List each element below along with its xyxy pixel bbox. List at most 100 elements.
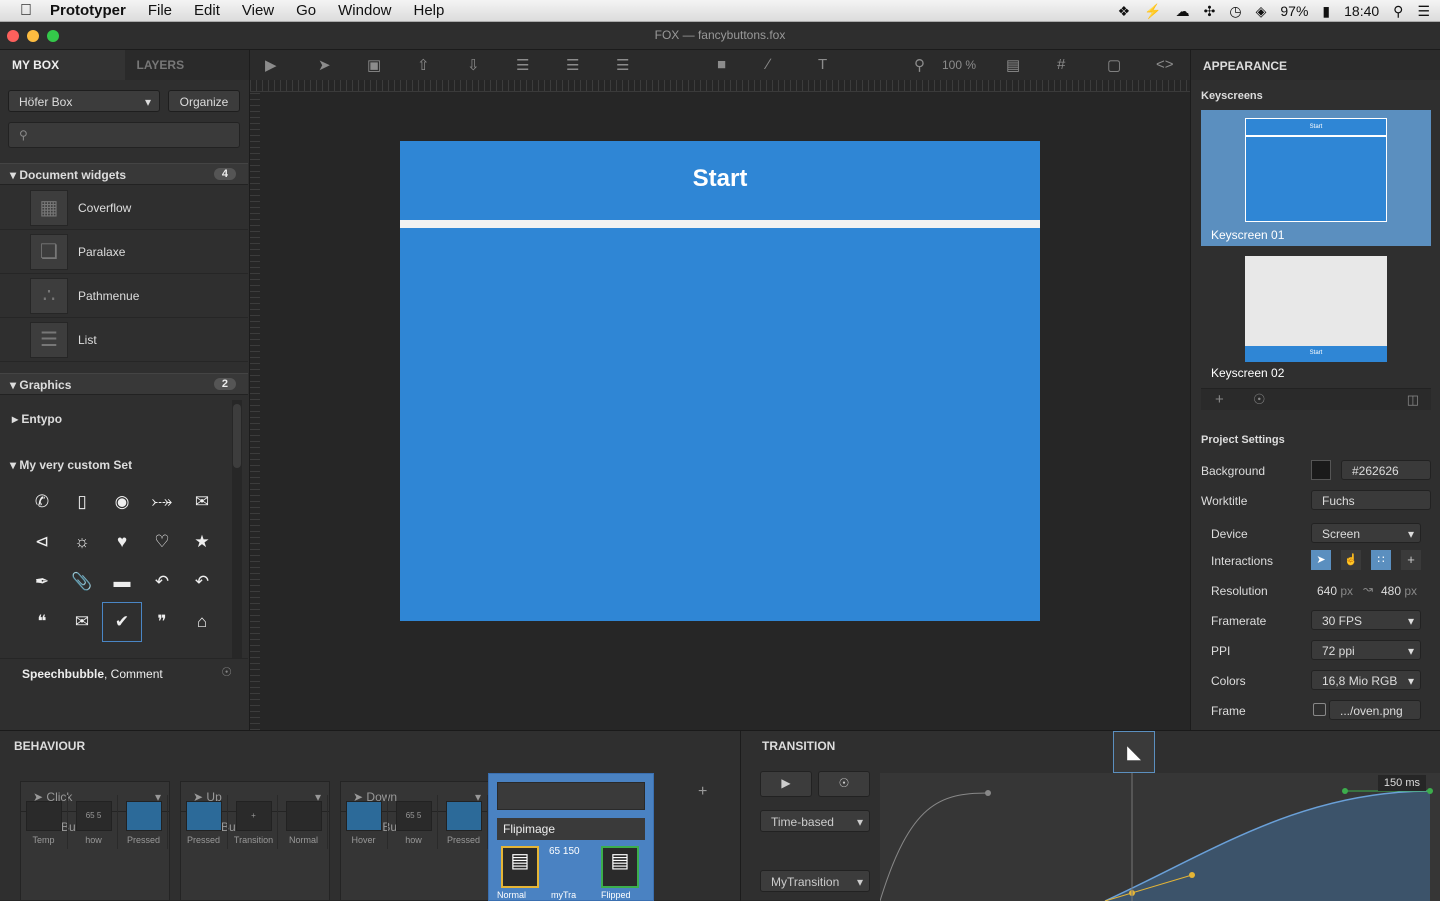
mini-state-temp[interactable]: Temp bbox=[20, 795, 68, 849]
worktitle-field[interactable]: Fuchs bbox=[1311, 490, 1431, 510]
section-graphics[interactable]: ▾ Graphics 2 bbox=[0, 373, 248, 395]
menu-go[interactable]: Go bbox=[296, 2, 316, 19]
mini-state-pressed[interactable]: Pressed bbox=[120, 795, 168, 849]
reply-all-icon[interactable]: ↶ bbox=[182, 562, 222, 602]
link-icon[interactable]: ↝ bbox=[1363, 582, 1373, 596]
heart-icon[interactable]: ♥ bbox=[102, 522, 142, 562]
share-icon[interactable]: ⊲ bbox=[22, 522, 62, 562]
search-input[interactable]: ⚲ bbox=[8, 122, 240, 148]
heart-outline-icon[interactable]: ♡ bbox=[142, 522, 182, 562]
align-left-icon[interactable]: ☰ bbox=[516, 56, 529, 74]
battery-icon[interactable]: ▮ bbox=[1322, 3, 1330, 20]
zoom-level[interactable]: 100 % bbox=[942, 58, 976, 72]
wifi-icon[interactable]: ◈ bbox=[1256, 3, 1267, 20]
mini-transition[interactable]: 65 150 bbox=[549, 846, 580, 857]
organize-button[interactable]: Organize bbox=[168, 90, 240, 112]
dropbox-icon[interactable]: ❖ bbox=[1118, 3, 1131, 20]
widget-pathmenue[interactable]: ∴ Pathmenue bbox=[0, 274, 248, 318]
keyscreen-canvas[interactable]: Start bbox=[400, 141, 1040, 621]
quill-icon[interactable]: ✒ bbox=[22, 562, 62, 602]
import-icon[interactable]: ⇩ bbox=[467, 56, 480, 74]
phone-icon[interactable]: ✆ bbox=[22, 482, 62, 522]
move-icon[interactable]: ✣ bbox=[1204, 3, 1216, 20]
screen-title[interactable]: Start bbox=[400, 165, 1040, 193]
rss-icon[interactable]: ☼ bbox=[62, 522, 102, 562]
select-tool-icon[interactable]: ➤ bbox=[318, 56, 331, 74]
menu-edit[interactable]: Edit bbox=[194, 2, 220, 19]
align-right-icon[interactable]: ☰ bbox=[616, 56, 629, 74]
mini-state-hover[interactable]: Hover bbox=[340, 795, 388, 849]
eye-icon[interactable]: ☉ bbox=[221, 665, 232, 679]
pointer-interaction-icon[interactable]: ➤ bbox=[1311, 550, 1331, 570]
flipimage-column[interactable]: Flipimage ▤ Normal 65 150 myTra ▤ Flippe… bbox=[488, 773, 654, 901]
ruler-icon[interactable]: ▤ bbox=[1006, 56, 1020, 74]
mobile-icon[interactable]: ▯ bbox=[62, 482, 102, 522]
add-icon[interactable]: + bbox=[1215, 391, 1224, 408]
export-icon[interactable]: ⇧ bbox=[417, 56, 430, 74]
timeline-playhead[interactable]: ◣ bbox=[1113, 731, 1155, 773]
frame-tool-icon[interactable]: ▣ bbox=[367, 56, 381, 74]
scrollbar[interactable] bbox=[232, 400, 242, 658]
device-select[interactable]: Screen ▾ bbox=[1311, 523, 1421, 543]
reply-box-icon[interactable]: ▬ bbox=[102, 562, 142, 602]
frame-checkbox[interactable] bbox=[1313, 703, 1326, 716]
mini-state-pressed[interactable]: Pressed bbox=[440, 795, 488, 849]
mini-state-normal[interactable]: ▤ bbox=[501, 846, 539, 888]
background-hex-field[interactable]: #262626 bbox=[1341, 460, 1431, 480]
ppi-select[interactable]: 72 ppi ▾ bbox=[1311, 640, 1421, 660]
line-tool-icon[interactable]: ∕ bbox=[767, 56, 770, 73]
mini-transition-how[interactable]: 65 5 how bbox=[70, 795, 118, 849]
frame-field[interactable]: .../oven.png bbox=[1329, 700, 1421, 720]
quote-icon[interactable]: ❞ bbox=[142, 602, 182, 642]
add-interaction-icon[interactable]: + bbox=[1401, 550, 1421, 570]
clock[interactable]: 18:40 bbox=[1344, 3, 1379, 19]
trash-icon[interactable]: ◫ bbox=[1407, 392, 1419, 408]
set-custom[interactable]: ▾ My very custom Set bbox=[0, 458, 248, 472]
check-icon[interactable]: ✔ bbox=[102, 602, 142, 642]
menu-file[interactable]: File bbox=[148, 2, 172, 19]
tab-layers[interactable]: LAYERS bbox=[125, 50, 250, 80]
mini-state-flipped[interactable]: ▤ bbox=[601, 846, 639, 888]
text-tool-icon[interactable]: T bbox=[818, 56, 827, 73]
chat-icon[interactable]: ❝ bbox=[22, 602, 62, 642]
resolution-width[interactable]: 640 px bbox=[1317, 584, 1353, 598]
shape-tool-icon[interactable]: ■ bbox=[717, 56, 726, 73]
notification-icon[interactable]: ☰ bbox=[1417, 3, 1430, 20]
touch-interaction-icon[interactable]: ☝ bbox=[1341, 550, 1361, 570]
transition-curve-editor[interactable]: 150 ms bbox=[880, 773, 1440, 901]
signpost-icon[interactable]: ⤐ bbox=[142, 482, 182, 522]
bolt-icon[interactable]: ⚡ bbox=[1144, 3, 1161, 20]
resolution-height[interactable]: 480 px bbox=[1381, 584, 1417, 598]
spotlight-icon[interactable]: ⚲ bbox=[1393, 3, 1403, 20]
menu-view[interactable]: View bbox=[242, 2, 274, 19]
mail-icon[interactable]: ✉ bbox=[182, 482, 222, 522]
code-icon[interactable]: <> bbox=[1156, 56, 1174, 73]
star-icon[interactable]: ★ bbox=[182, 522, 222, 562]
gesture-interaction-icon[interactable]: ∷ bbox=[1371, 550, 1391, 570]
transition-mode-select[interactable]: Time-based ▾ bbox=[760, 810, 870, 832]
section-document-widgets[interactable]: ▾ Document widgets 4 bbox=[0, 163, 248, 185]
tab-my-box[interactable]: MY BOX bbox=[0, 50, 125, 80]
menu-window[interactable]: Window bbox=[338, 2, 391, 19]
speechbubble-icon[interactable]: ✉ bbox=[62, 602, 102, 642]
box-select[interactable]: Höfer Box ▾ bbox=[8, 90, 160, 112]
mini-transition-how[interactable]: 65 5 how bbox=[390, 795, 438, 849]
app-menu[interactable]: Prototyper bbox=[50, 2, 126, 19]
apple-icon[interactable]:  bbox=[20, 2, 32, 20]
widget-coverflow[interactable]: ▦ Coverflow bbox=[0, 186, 248, 230]
transition-name-select[interactable]: MyTransition ▾ bbox=[760, 870, 870, 892]
cloud-icon[interactable]: ☁ bbox=[1176, 3, 1190, 20]
align-center-icon[interactable]: ☰ bbox=[566, 56, 579, 74]
zoom-icon[interactable]: ⚲ bbox=[914, 56, 925, 74]
mini-transition-add[interactable]: + Transition bbox=[230, 795, 278, 849]
home-icon[interactable]: ⌂ bbox=[182, 602, 222, 642]
paperclip-icon[interactable]: 📎 bbox=[62, 562, 102, 602]
frame-icon[interactable]: ▢ bbox=[1107, 56, 1121, 74]
play-transition-button[interactable]: ▶ bbox=[760, 771, 812, 797]
set-entypo[interactable]: ▸ Entypo bbox=[0, 412, 248, 426]
menu-help[interactable]: Help bbox=[414, 2, 445, 19]
screen-divider[interactable] bbox=[400, 220, 1040, 228]
colors-select[interactable]: 16,8 Mio RGB ▾ bbox=[1311, 670, 1421, 690]
mini-state-normal[interactable]: Normal bbox=[280, 795, 328, 849]
mouse-icon[interactable]: ◉ bbox=[102, 482, 142, 522]
